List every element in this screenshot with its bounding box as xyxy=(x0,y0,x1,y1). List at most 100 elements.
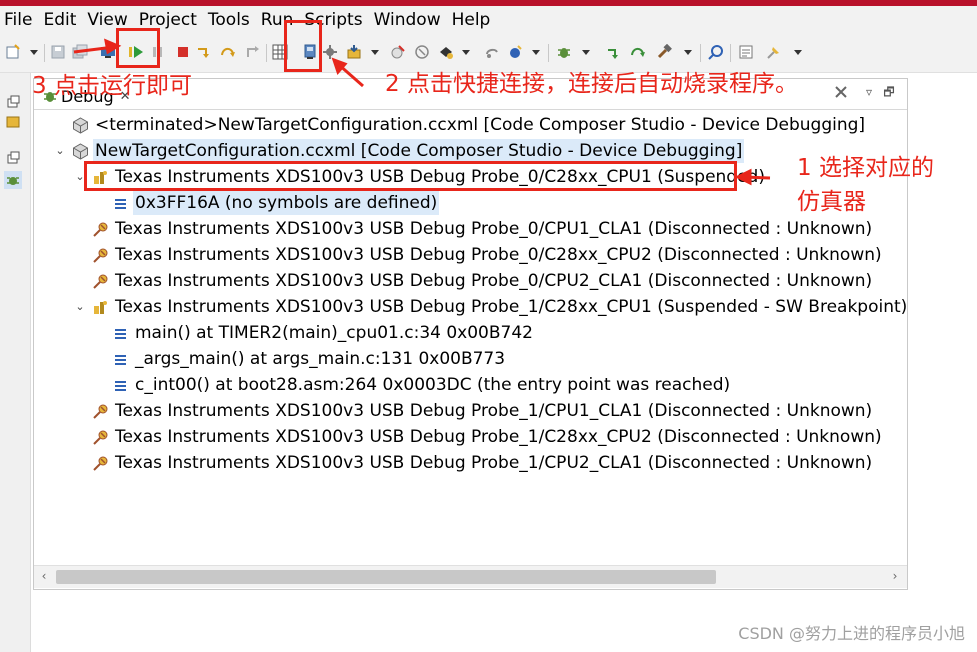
run-to-line-icon[interactable] xyxy=(606,44,622,60)
tree-row-label: Texas Instruments XDS100v3 USB Debug Pro… xyxy=(115,245,882,265)
annotation-step1-line1: 1 选择对应的 xyxy=(797,155,934,181)
toolbar-separator xyxy=(548,44,549,62)
watermark: CSDN @努力上进的程序员小旭 xyxy=(738,624,965,643)
menu-window[interactable]: Window xyxy=(370,10,448,30)
menu-edit[interactable]: Edit xyxy=(39,10,83,30)
pin-icon[interactable] xyxy=(766,44,782,60)
chevron-down-icon[interactable] xyxy=(794,50,802,56)
restore-icon[interactable] xyxy=(4,93,22,111)
tree-row-label: Texas Instruments XDS100v3 USB Debug Pro… xyxy=(115,297,908,317)
breakpoint-icon[interactable] xyxy=(390,44,406,60)
tree-row[interactable]: main() at TIMER2(main)_cpu01.c:34 0x00B7… xyxy=(94,321,535,345)
target-config-icon xyxy=(73,142,88,160)
reset-icon[interactable] xyxy=(438,44,454,60)
view-menu-chevron-icon[interactable]: ▿ xyxy=(862,85,876,99)
chevron-down-icon[interactable] xyxy=(371,50,379,56)
tree-row[interactable]: Texas Instruments XDS100v3 USB Debug Pro… xyxy=(74,243,884,267)
tree-row-label: <terminated>NewTargetConfiguration.ccxml… xyxy=(95,115,866,135)
step-into-icon[interactable] xyxy=(196,44,212,60)
toolbar-separator xyxy=(266,44,267,62)
debug-icon[interactable] xyxy=(484,44,500,60)
annotation-highlight-quick-connect xyxy=(284,20,322,72)
connect-target-icon[interactable] xyxy=(100,44,116,60)
scroll-right-icon[interactable]: › xyxy=(888,569,902,583)
expand-chevron-icon[interactable]: ⌄ xyxy=(54,145,66,157)
scroll-left-icon[interactable]: ‹ xyxy=(37,569,51,583)
tree-row[interactable]: <terminated>NewTargetConfiguration.ccxml… xyxy=(54,113,867,137)
step-over-icon[interactable] xyxy=(220,44,236,60)
chevron-down-icon[interactable] xyxy=(582,50,590,56)
tree-row[interactable]: ⌄ NewTargetConfiguration.ccxml [Code Comp… xyxy=(54,139,745,163)
disconnected-core-icon xyxy=(93,430,108,445)
new-icon[interactable] xyxy=(5,44,21,60)
tree-row[interactable]: Texas Instruments XDS100v3 USB Debug Pro… xyxy=(74,425,884,449)
stack-frame-icon xyxy=(115,328,126,339)
save-icon[interactable] xyxy=(50,44,66,60)
disconnected-core-icon xyxy=(93,456,108,471)
tree-row-label: c_int00() at boot28.asm:264 0x0003DC (th… xyxy=(135,375,731,395)
stack-frame-icon xyxy=(115,354,126,365)
step-return-icon[interactable] xyxy=(244,44,260,60)
chevron-down-icon[interactable] xyxy=(532,50,540,56)
tree-row-label: 0x3FF16A (no symbols are defined) xyxy=(133,191,440,215)
menu-view[interactable]: View xyxy=(83,10,134,30)
tree-row[interactable]: Texas Instruments XDS100v3 USB Debug Pro… xyxy=(74,269,874,293)
annotation-step3: 3 点击运行即可 xyxy=(32,73,192,99)
disconnected-core-icon xyxy=(93,222,108,237)
toolbar-separator xyxy=(44,44,45,62)
annotation-step2: 2 点击快捷连接，连接后自动烧录程序。 xyxy=(385,71,798,97)
load-program-icon[interactable] xyxy=(322,44,338,60)
stack-frame-icon xyxy=(115,198,126,209)
tree-row[interactable]: _args_main() at args_main.c:131 0x00B773 xyxy=(94,347,507,371)
outline-icon[interactable] xyxy=(738,44,754,60)
terminate-icon[interactable] xyxy=(175,44,191,60)
restore-icon[interactable] xyxy=(4,149,22,167)
annotation-step1-line2: 仿真器 xyxy=(797,189,866,215)
tree-row-label: Texas Instruments XDS100v3 USB Debug Pro… xyxy=(115,427,882,447)
suspended-core-icon xyxy=(94,300,107,314)
debug-perspective-icon[interactable] xyxy=(4,171,22,189)
target-config-icon xyxy=(73,116,88,134)
tree-row[interactable]: c_int00() at boot28.asm:264 0x0003DC (th… xyxy=(94,373,732,397)
search-icon[interactable] xyxy=(708,44,724,60)
menu-project[interactable]: Project xyxy=(135,10,204,30)
chevron-down-icon[interactable] xyxy=(684,50,692,56)
annotation-highlight-emulator-row xyxy=(84,161,737,191)
chevron-down-icon[interactable] xyxy=(462,50,470,56)
project-explorer-icon[interactable] xyxy=(4,113,22,131)
restart-icon[interactable] xyxy=(414,44,430,60)
load-symbols-icon[interactable] xyxy=(346,44,362,60)
tree-row[interactable]: ⌄ Texas Instruments XDS100v3 USB Debug Pr… xyxy=(74,295,909,319)
save-all-icon[interactable] xyxy=(72,44,88,60)
debug-view-panel: Debug ✕ ▿ 🗗 <terminated>NewTargetConfigu… xyxy=(33,78,908,590)
step-over-asm-icon[interactable] xyxy=(630,44,646,60)
remove-all-terminated-icon[interactable] xyxy=(834,85,848,99)
tree-row[interactable]: Texas Instruments XDS100v3 USB Debug Pro… xyxy=(74,451,874,475)
horizontal-scrollbar[interactable]: ‹ › xyxy=(34,565,907,588)
expand-chevron-icon[interactable]: ⌄ xyxy=(74,301,86,313)
tree-row-label: Texas Instruments XDS100v3 USB Debug Pro… xyxy=(115,271,873,291)
build-icon[interactable] xyxy=(656,44,672,60)
disconnected-core-icon xyxy=(93,248,108,263)
tree-row-label: Texas Instruments XDS100v3 USB Debug Pro… xyxy=(115,453,873,473)
toolbar-separator xyxy=(700,44,701,62)
scroll-thumb[interactable] xyxy=(56,570,716,584)
menu-help[interactable]: Help xyxy=(448,10,498,30)
tree-row[interactable]: Texas Instruments XDS100v3 USB Debug Pro… xyxy=(74,399,874,423)
menu-file[interactable]: File xyxy=(0,10,39,30)
menu-tools[interactable]: Tools xyxy=(204,10,257,30)
tree-row[interactable]: Texas Instruments XDS100v3 USB Debug Pro… xyxy=(74,217,874,241)
chevron-down-icon[interactable] xyxy=(30,50,38,56)
console-icon[interactable] xyxy=(508,44,524,60)
tree-row[interactable]: 0x3FF16A (no symbols are defined) xyxy=(94,191,440,215)
bug-icon[interactable] xyxy=(556,44,572,60)
maximize-icon[interactable]: 🗗 xyxy=(882,85,896,99)
toolbar-separator xyxy=(730,44,731,62)
